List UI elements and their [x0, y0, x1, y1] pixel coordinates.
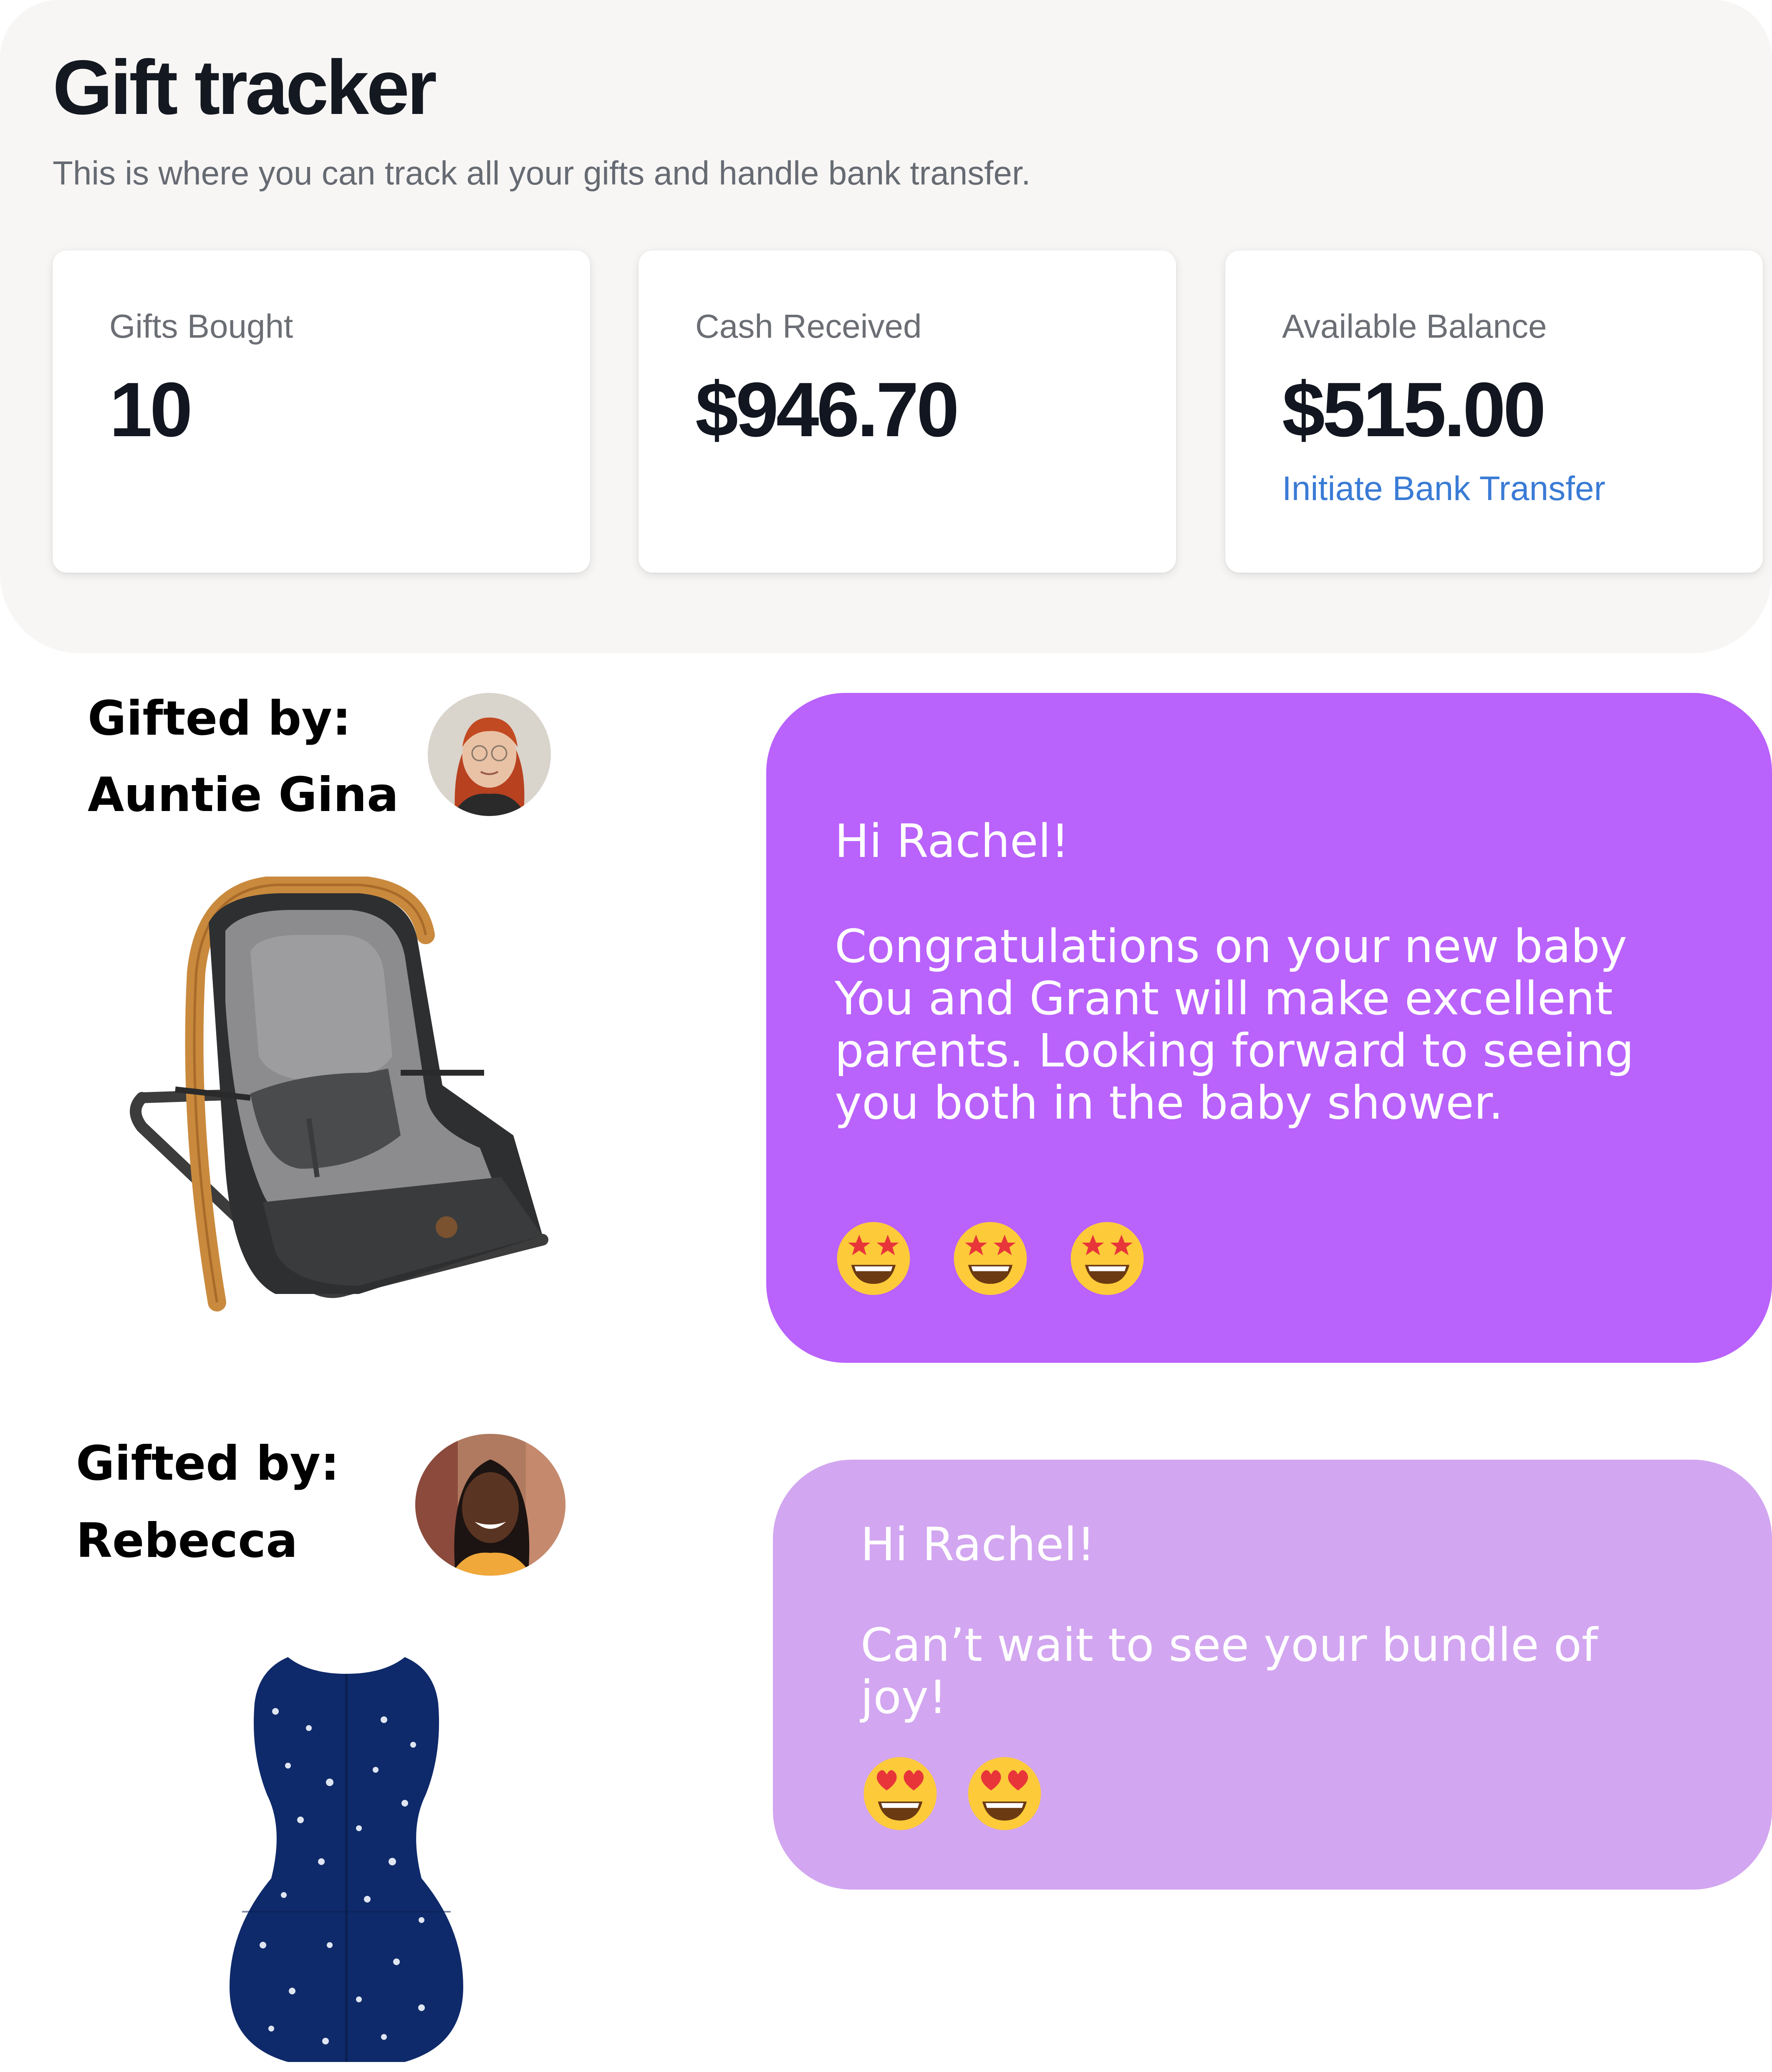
page-subtitle: This is where you can track all your gif…: [53, 154, 1031, 192]
page-title: Gift tracker: [53, 45, 437, 131]
message-bubble-rebecca: Hi Rachel! Can’t wait to see your bundle…: [773, 1460, 1772, 1890]
message-greeting: Hi Rachel!: [835, 814, 1070, 868]
avatar: [428, 693, 551, 816]
gift-item-image-swaddle: [225, 1645, 467, 2066]
giver-name: Rebecca: [76, 1513, 298, 1568]
giver-name: Auntie Gina: [88, 767, 399, 822]
gifts-bought-card: Gifts Bought 10: [53, 250, 590, 573]
gift-tracker-panel: Gift tracker This is where you can track…: [0, 0, 1772, 653]
emoji-row: [861, 1754, 1044, 1833]
message-bubble-auntie-gina: Hi Rachel! Congratulations on your new b…: [766, 693, 1772, 1363]
gifts-bought-label: Gifts Bought: [109, 308, 293, 345]
avatar-rebecca-image: [415, 1434, 565, 1576]
cash-received-card: Cash Received $946.70: [639, 250, 1176, 573]
emoji-row: [834, 1219, 1147, 1298]
avatar: [415, 1434, 565, 1576]
available-balance-label: Available Balance: [1282, 308, 1547, 345]
initiate-bank-transfer-link[interactable]: Initiate Bank Transfer: [1282, 472, 1605, 506]
heart-eyes-emoji-icon: [863, 1757, 937, 1830]
available-balance-card: Available Balance $515.00 Initiate Bank …: [1225, 250, 1763, 573]
star-struck-emoji-icon: [1070, 1222, 1144, 1295]
gifted-by-label: Gifted by:: [88, 691, 351, 746]
gifts-bought-value: 10: [109, 367, 193, 453]
star-struck-emoji-icon: [954, 1222, 1027, 1295]
avatar-auntie-gina-image: [428, 693, 551, 816]
message-greeting: Hi Rachel!: [861, 1518, 1096, 1571]
message-body: Can’t wait to see your bundle of joy!: [861, 1618, 1598, 1724]
available-balance-value: $515.00: [1282, 367, 1546, 453]
heart-eyes-emoji-icon: [968, 1757, 1041, 1830]
gift-item-image-bouncer: [125, 876, 568, 1336]
gifted-by-label: Gifted by:: [76, 1436, 340, 1491]
cash-received-label: Cash Received: [695, 308, 922, 345]
cash-received-value: $946.70: [695, 367, 959, 453]
star-struck-emoji-icon: [837, 1222, 910, 1295]
message-body: Congratulations on your new baby You and…: [835, 920, 1634, 1129]
